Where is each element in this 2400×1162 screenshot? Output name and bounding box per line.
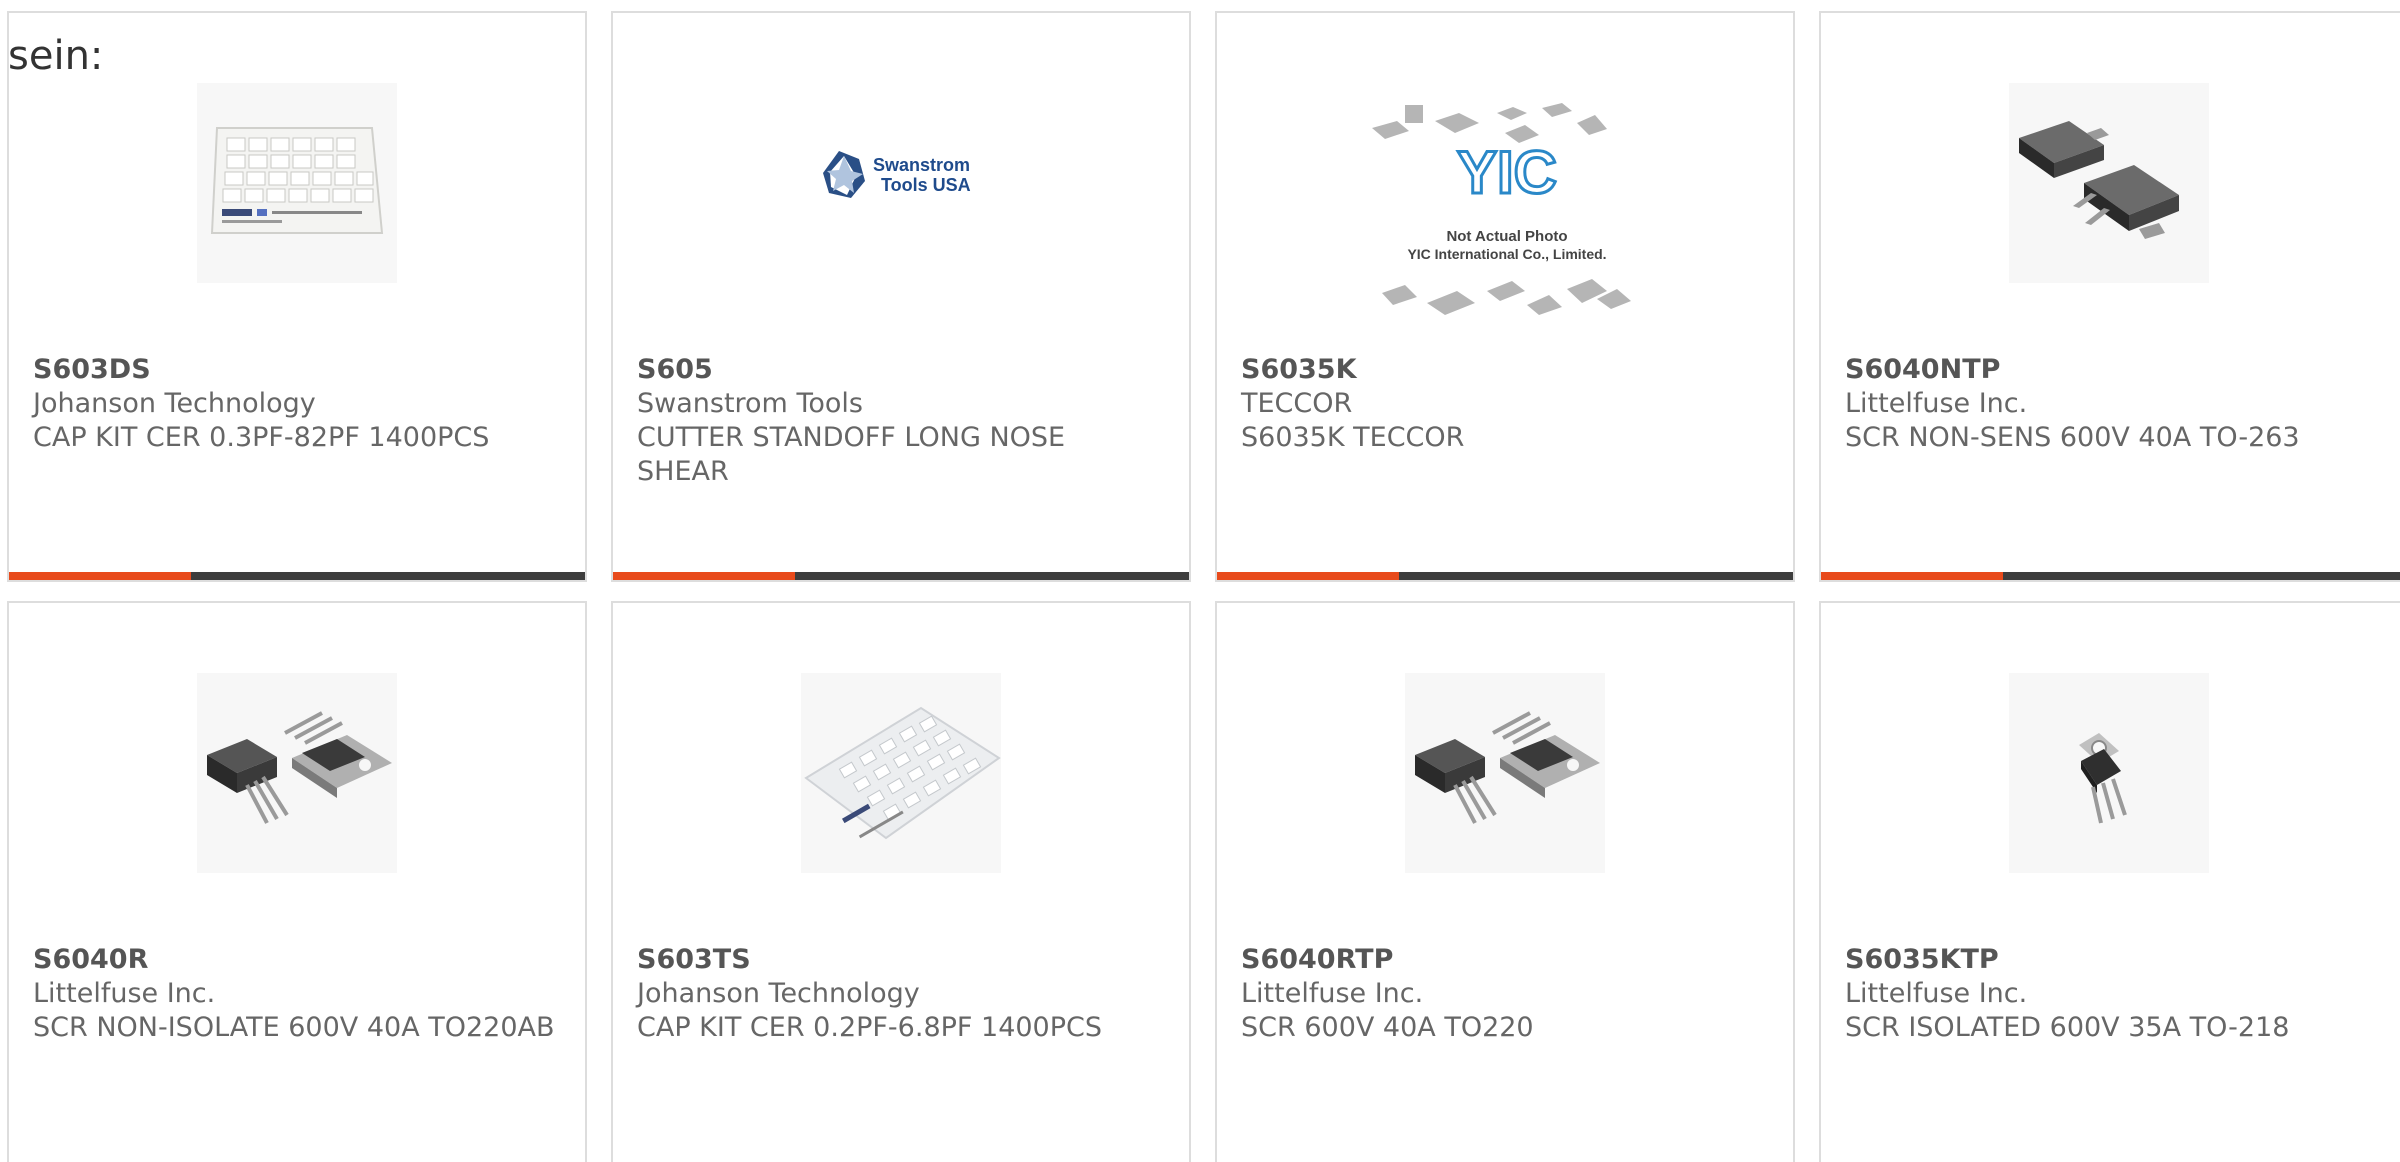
svg-text:Swanstrom: Swanstrom: [873, 155, 970, 175]
card-bar-accent: [9, 572, 191, 580]
description: SCR ISOLATED 600V 35A TO-218: [1845, 1012, 2290, 1043]
description: CAP KIT CER 0.3PF-82PF 1400PCS: [33, 422, 490, 453]
to220-package-icon[interactable]: [1405, 673, 1605, 873]
card-bar: [9, 572, 585, 580]
manufacturer: Johanson Technology: [33, 388, 316, 419]
product-card[interactable]: S603TS Johanson Technology CAP KIT CER 0…: [611, 601, 1191, 1162]
description: CAP KIT CER 0.2PF-6.8PF 1400PCS: [637, 1012, 1102, 1043]
product-info: S6040NTP Littelfuse Inc. SCR NON-SENS 60…: [1845, 353, 2393, 455]
to220-package-icon[interactable]: [197, 673, 397, 873]
svg-text:YIC: YIC: [1457, 139, 1557, 206]
manufacturer: Littelfuse Inc.: [1845, 978, 2028, 1009]
description: SCR NON-SENS 600V 40A TO-263: [1845, 422, 2300, 453]
svg-text:Tools USA: Tools USA: [881, 175, 971, 195]
description: S6035K TECCOR: [1241, 422, 1465, 453]
product-card[interactable]: S6040R Littelfuse Inc. SCR NON-ISOLATE 6…: [7, 601, 587, 1162]
product-info: S603DS Johanson Technology CAP KIT CER 0…: [33, 353, 561, 455]
product-info: S6040R Littelfuse Inc. SCR NON-ISOLATE 6…: [33, 943, 561, 1045]
product-info: S603TS Johanson Technology CAP KIT CER 0…: [637, 943, 1165, 1045]
intro-text: sein:: [8, 33, 104, 79]
manufacturer: TECCOR: [1241, 388, 1353, 419]
description: CUTTER STANDOFF LONG NOSE SHEAR: [637, 422, 1066, 487]
manufacturer: Swanstrom Tools: [637, 388, 863, 419]
product-card[interactable]: S6040NTP Littelfuse Inc. SCR NON-SENS 60…: [1819, 11, 2400, 582]
part-number[interactable]: S605: [637, 353, 1165, 387]
card-bar: [613, 572, 1189, 580]
capacitor-kit-icon[interactable]: [801, 673, 1001, 873]
product-card[interactable]: YIC Not Actual Photo YIC International C…: [1215, 11, 1795, 582]
product-card[interactable]: Swanstrom Tools USA S605 Swanstrom Tools…: [611, 11, 1191, 582]
part-number[interactable]: S603TS: [637, 943, 1165, 977]
svg-text:Not Actual Photo: Not Actual Photo: [1446, 228, 1567, 245]
part-number[interactable]: S603DS: [33, 353, 561, 387]
product-card[interactable]: S6035KTP Littelfuse Inc. SCR ISOLATED 60…: [1819, 601, 2400, 1162]
part-number[interactable]: S6040NTP: [1845, 353, 2393, 387]
product-card[interactable]: S6040RTP Littelfuse Inc. SCR 600V 40A TO…: [1215, 601, 1795, 1162]
card-bar-accent: [1217, 572, 1399, 580]
part-number[interactable]: S6035KTP: [1845, 943, 2393, 977]
product-info: S605 Swanstrom Tools CUTTER STANDOFF LON…: [637, 353, 1165, 489]
product-info: S6040RTP Littelfuse Inc. SCR 600V 40A TO…: [1241, 943, 1769, 1045]
manufacturer: Littelfuse Inc.: [33, 978, 216, 1009]
product-info: S6035KTP Littelfuse Inc. SCR ISOLATED 60…: [1845, 943, 2393, 1045]
capacitor-kit-icon[interactable]: [197, 83, 397, 283]
product-grid-page: sein: S603DS Johanson Technology CAP KIT…: [0, 0, 2400, 1162]
product-info: S6035K TECCOR S6035K TECCOR: [1241, 353, 1769, 455]
card-bar: [1821, 572, 2400, 580]
description: SCR 600V 40A TO220: [1241, 1012, 1534, 1043]
part-number[interactable]: S6040RTP: [1241, 943, 1769, 977]
card-bar-accent: [1821, 572, 2003, 580]
manufacturer: Johanson Technology: [637, 978, 920, 1009]
to218-package-icon[interactable]: [2009, 673, 2209, 873]
part-number[interactable]: S6040R: [33, 943, 561, 977]
part-number[interactable]: S6035K: [1241, 353, 1769, 387]
swanstrom-logo[interactable]: Swanstrom Tools USA: [801, 83, 1001, 283]
manufacturer: Littelfuse Inc.: [1241, 978, 1424, 1009]
card-bar: [1217, 572, 1793, 580]
not-actual-photo-icon[interactable]: YIC Not Actual Photo YIC International C…: [1367, 93, 1647, 333]
manufacturer: Littelfuse Inc.: [1845, 388, 2028, 419]
product-card[interactable]: S603DS Johanson Technology CAP KIT CER 0…: [7, 11, 587, 582]
card-bar-accent: [613, 572, 795, 580]
to263-package-icon[interactable]: [2009, 83, 2209, 283]
svg-text:YIC International Co., Limited: YIC International Co., Limited.: [1407, 246, 1606, 262]
description: SCR NON-ISOLATE 600V 40A TO220AB: [33, 1012, 555, 1043]
